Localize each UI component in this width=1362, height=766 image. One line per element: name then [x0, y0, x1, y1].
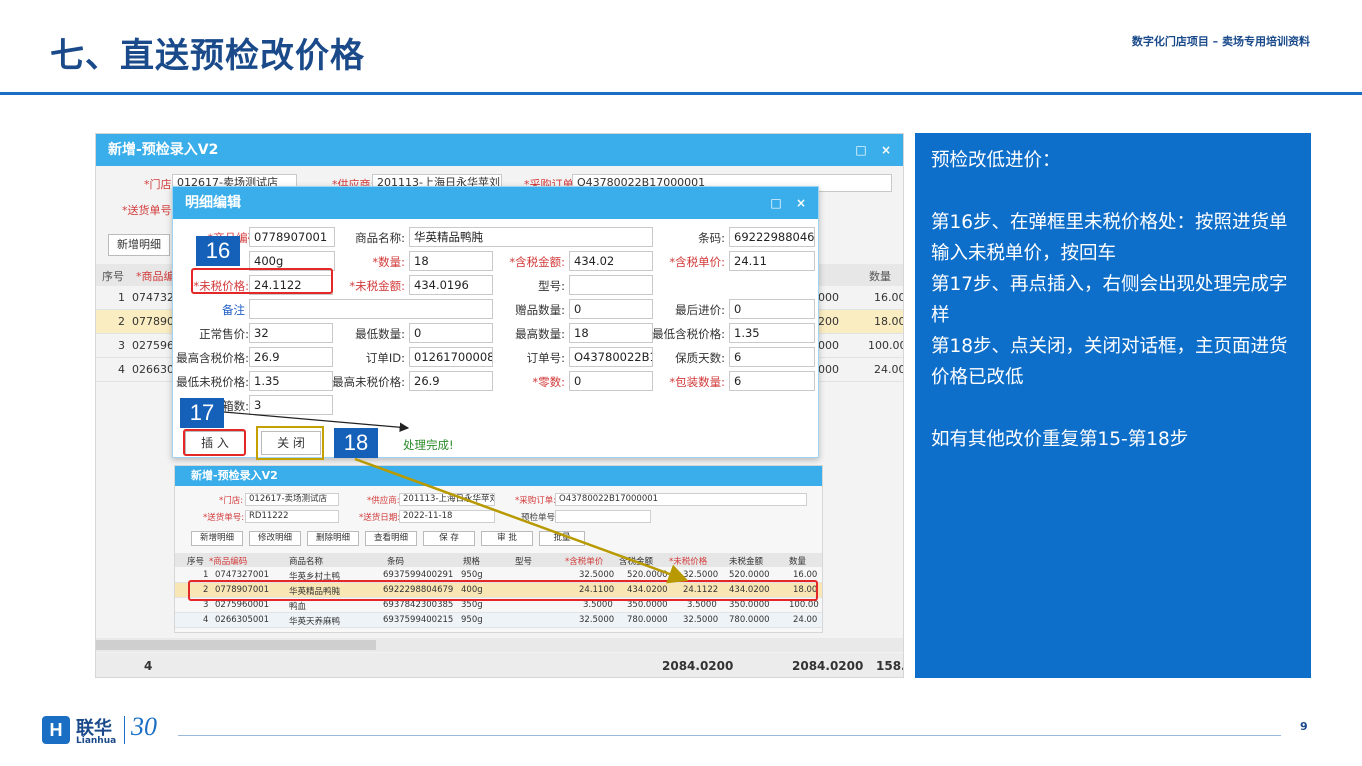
anniversary-30-logo: 30	[131, 712, 157, 741]
instruction-step18: 第18步、点关闭，关闭对话框，主页面进货价格已改低	[931, 336, 1288, 388]
instruction-step16: 第16步、在弹框里未税价格处：按照进货单输入未税单价，按回车	[931, 212, 1288, 264]
instruction-heading: 预检改低进价：	[931, 150, 1061, 171]
logo-divider	[124, 716, 125, 744]
page-number: 9	[1300, 720, 1308, 733]
instruction-panel: 预检改低进价： 第16步、在弹框里未税价格处：按照进货单输入未税单价，按回车 第…	[915, 133, 1311, 678]
footer-divider	[178, 735, 1281, 736]
arrow-to-result	[354, 457, 689, 584]
arrow-to-done	[223, 411, 410, 433]
slide: 七、直送预检改价格 数字化门店项目 – 卖场专用培训资料 新增-预检录入V2 □…	[0, 0, 1362, 766]
instruction-repeat: 如有其他改价重复第15-第18步	[931, 429, 1189, 450]
lianhua-logo-icon: H	[42, 716, 70, 744]
logo-text-en: Lianhua	[76, 736, 117, 746]
instruction-step17: 第17步、再点插入，右侧会出现处理完成字样	[931, 274, 1288, 326]
